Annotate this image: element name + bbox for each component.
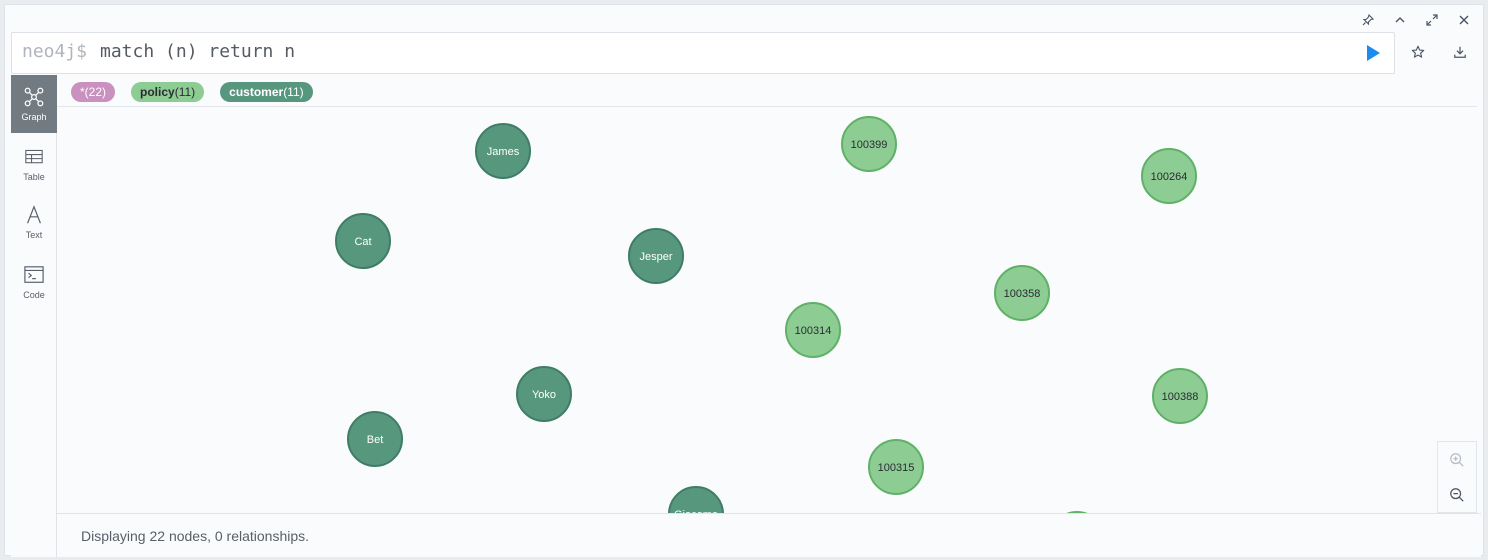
graph-canvas[interactable]: James Cat Jesper Yoko Bet Giacomo 100399 100264… [57, 107, 1481, 513]
pin-icon[interactable] [1359, 11, 1377, 29]
download-icon[interactable] [1449, 41, 1471, 63]
node-label: Cat [354, 236, 371, 248]
graph-icon [22, 86, 46, 108]
query-result-frame: neo4j$ match (n) return n Graph Table Te… [4, 4, 1484, 557]
star-icon[interactable] [1407, 41, 1429, 63]
graph-node-policy[interactable]: 100315 [868, 439, 924, 495]
chip-count: (22) [84, 85, 107, 99]
chip-label: policy [140, 85, 175, 99]
expand-icon[interactable] [1423, 11, 1441, 29]
node-label: Jesper [639, 251, 672, 263]
tab-label: Code [23, 290, 45, 300]
run-button[interactable] [1364, 44, 1382, 62]
node-label: Yoko [532, 389, 556, 401]
node-label: James [487, 146, 520, 158]
window-controls [1359, 11, 1473, 29]
zoom-out-icon[interactable] [1447, 485, 1467, 505]
close-icon[interactable] [1455, 11, 1473, 29]
graph-node-policy[interactable]: 100388 [1152, 368, 1208, 424]
status-bar: Displaying 22 nodes, 0 relationships. [57, 513, 1481, 557]
text-icon [22, 204, 46, 226]
query-editor[interactable]: neo4j$ match (n) return n [11, 32, 1395, 74]
tab-text[interactable]: Text [11, 193, 57, 251]
zoom-in-icon[interactable] [1447, 450, 1467, 470]
tab-code[interactable]: Code [11, 253, 57, 311]
graph-node-customer[interactable]: Giacomo [668, 486, 724, 513]
node-label: 100399 [851, 139, 888, 151]
editor-prompt: neo4j$ [22, 41, 88, 62]
graph-node-customer[interactable]: Yoko [516, 366, 572, 422]
graph-node-policy[interactable]: 100399 [841, 116, 897, 172]
graph-node-customer[interactable]: James [475, 123, 531, 179]
graph-node-policy[interactable]: 100358 [994, 265, 1050, 321]
tab-label: Graph [21, 112, 47, 122]
status-text: Displaying 22 nodes, 0 relationships. [81, 528, 310, 544]
legend-chip-customer[interactable]: customer (11) [220, 82, 313, 102]
zoom-controls [1437, 441, 1477, 513]
query-input[interactable]: match (n) return n [100, 41, 295, 62]
chip-count: (11) [174, 85, 196, 99]
node-label: 100388 [1162, 391, 1199, 403]
side-controls [1407, 41, 1471, 63]
node-label: 100314 [795, 325, 832, 337]
node-label: Bet [367, 434, 384, 446]
tab-label: Table [23, 172, 45, 182]
node-label: 100315 [878, 462, 915, 474]
node-label: 100264 [1151, 171, 1188, 183]
label-legend: * (22) policy (11) customer (11) [71, 82, 313, 102]
node-label: 100358 [1004, 288, 1041, 300]
tab-table[interactable]: Table [11, 135, 57, 193]
graph-node-customer[interactable]: Bet [347, 411, 403, 467]
graph-node-customer[interactable]: Jesper [628, 228, 684, 284]
view-tabs: Graph Table Text Code [11, 75, 57, 557]
legend-chip-policy[interactable]: policy (11) [131, 82, 205, 102]
table-icon [22, 146, 46, 168]
play-icon [1367, 45, 1380, 61]
tab-graph[interactable]: Graph [11, 75, 57, 133]
graph-node-policy[interactable]: 100314 [785, 302, 841, 358]
graph-node-policy[interactable]: 100264 [1141, 148, 1197, 204]
chip-count: (11) [283, 85, 304, 99]
code-icon [22, 264, 46, 286]
chip-label: customer [229, 85, 284, 99]
tab-label: Text [25, 230, 43, 240]
collapse-icon[interactable] [1391, 11, 1409, 29]
graph-svg: James Cat Jesper Yoko Bet Giacomo 100399 100264… [335, 116, 1208, 513]
graph-node-customer[interactable]: Cat [335, 213, 391, 269]
legend-chip-all[interactable]: * (22) [71, 82, 116, 102]
